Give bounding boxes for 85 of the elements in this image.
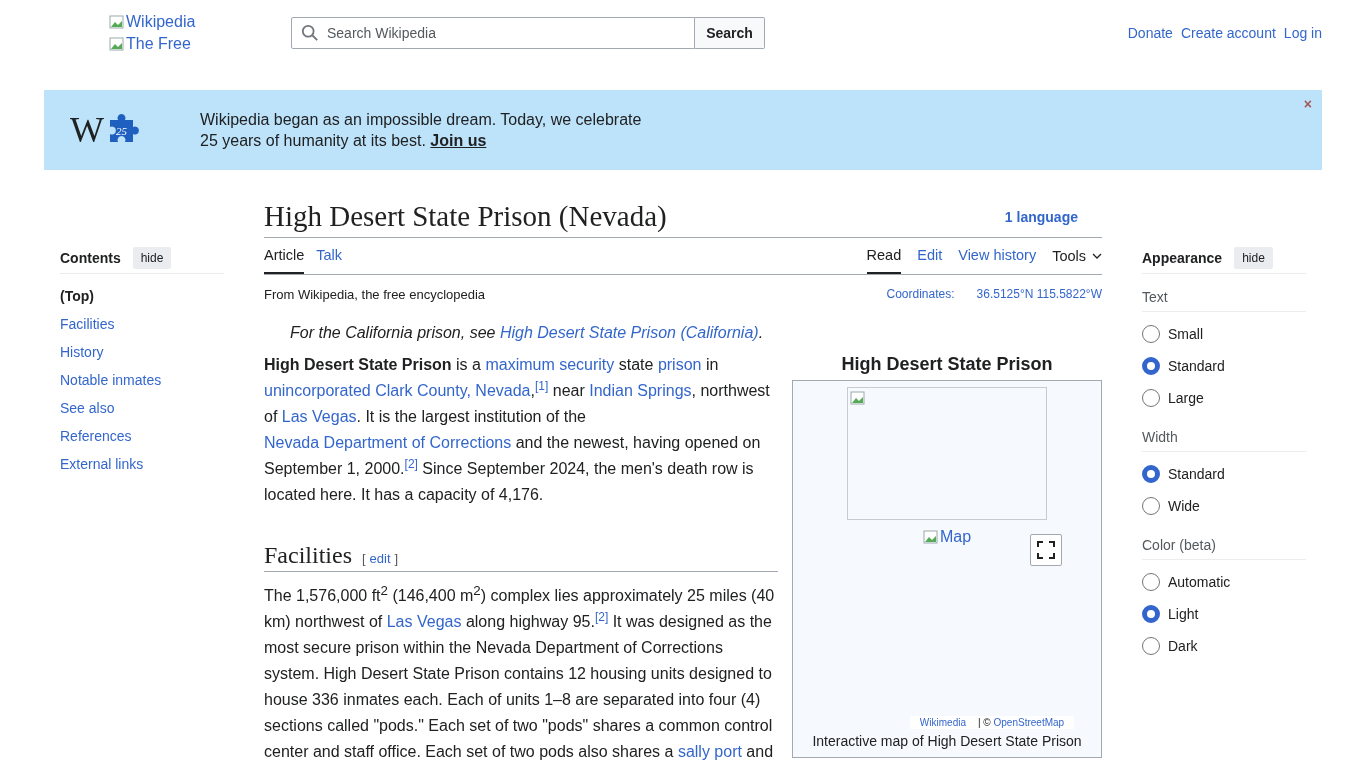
broken-image-icon <box>850 390 866 406</box>
radio-option[interactable]: Automatic <box>1142 566 1231 598</box>
radio-option[interactable]: Large <box>1142 382 1204 414</box>
article-link[interactable]: prison <box>657 356 702 373</box>
banner-logo-letter: W <box>70 109 104 151</box>
hatnote: For the California prison, see High Desert State Prison (California). <box>289 324 765 342</box>
radio-option[interactable]: Standard <box>1142 350 1225 382</box>
page-tab[interactable]: Article <box>264 238 305 274</box>
toc-item[interactable]: See also <box>60 394 115 422</box>
toc-item[interactable]: References <box>60 422 132 450</box>
fullscreen-button[interactable] <box>1030 534 1062 566</box>
section-paragraph: The 1,576,000 ft$^{2}$ (146,400 m$^{2}$) complex lies approximately 25 miles (40 km) northwest of Las Vegas along highway 95.$^{[2]}$ It was designed as the most secure prison within the Nevada Department of Corrections system. High Desert State Prison contains 12 housing units designed to house 336 inmates each. Each of units 1–8 are separated into four (4) sections called "pods." Each set of two "pods" shares a common control center and staff office. Each set of two pods also shares a sally port and <box>264 582 776 763</box>
coordinates-label: Coordinates: <box>886 287 955 302</box>
page-tab[interactable]: Talk <box>316 238 343 274</box>
page-title: High Desert State Prison (Nevada) <box>264 200 667 233</box>
logo-image[interactable]: Wikipedia <box>109 13 291 31</box>
broken-image-icon <box>922 529 939 545</box>
search-button[interactable]: Search <box>695 17 765 49</box>
radio-button[interactable] <box>1142 573 1160 591</box>
article-link[interactable]: maximum security <box>485 356 615 373</box>
radio-button[interactable] <box>1142 465 1160 483</box>
coordinates-link[interactable]: 36.5125°N 115.5822°W <box>976 287 1102 302</box>
radio-button[interactable] <box>1142 325 1160 343</box>
search-icon <box>301 24 319 42</box>
user-link[interactable]: Create account <box>1180 25 1276 41</box>
radio-option[interactable]: Standard <box>1142 458 1225 490</box>
language-button[interactable]: 1 language <box>998 207 1084 226</box>
reference-link[interactable]: [1] <box>534 378 549 393</box>
hide-button[interactable]: hide <box>132 246 172 269</box>
article-link[interactable]: unincorporated Clark County, Nevada <box>264 382 531 399</box>
tagline: From Wikipedia, the free encyclopedia <box>264 287 486 302</box>
attribution-separator: | © <box>978 717 991 728</box>
article-link[interactable]: Las Vegas <box>386 613 462 631</box>
toc-item[interactable]: External links <box>60 450 144 478</box>
view-tab[interactable]: View history <box>958 238 1037 274</box>
user-link[interactable]: Donate <box>1127 25 1173 41</box>
search-field[interactable]: Search Wikipedia <box>291 17 695 49</box>
section-heading: Facilities <box>264 542 352 569</box>
close-button[interactable]: × <box>1303 96 1312 112</box>
toc-item[interactable]: Notable inmates <box>60 366 162 394</box>
logo-image[interactable]: The Free <box>109 35 291 53</box>
bracket: ] <box>394 551 399 566</box>
toc-item[interactable]: Facilities <box>60 310 115 338</box>
user-link[interactable]: Log in <box>1283 25 1322 41</box>
contents-title: Contents <box>60 249 121 266</box>
reference-link[interactable]: [2] <box>404 456 418 471</box>
radio-option[interactable]: Light <box>1142 598 1199 630</box>
toc-item[interactable]: History <box>60 338 104 366</box>
option-group-label: Width <box>1142 422 1306 452</box>
broken-image-icon <box>109 14 125 30</box>
map-image[interactable]: Map <box>922 528 972 546</box>
radio-option[interactable]: Small <box>1142 318 1203 350</box>
appearance-title: Appearance <box>1142 249 1223 266</box>
bracket: [ <box>362 551 366 566</box>
fullscreen-icon <box>1037 541 1055 559</box>
article-link[interactable]: Nevada Department of Corrections <box>264 434 512 451</box>
article-link[interactable]: High Desert State Prison (California) <box>499 324 759 341</box>
reference-link[interactable]: [2] <box>594 610 609 624</box>
article-link[interactable]: Indian Springs <box>589 382 692 399</box>
radio-option[interactable]: Wide <box>1142 490 1200 522</box>
radio-button[interactable] <box>1142 357 1160 375</box>
join-link[interactable]: Join us <box>430 132 487 149</box>
tools-menu[interactable]: Tools <box>1052 238 1102 274</box>
radio-button[interactable] <box>1142 637 1160 655</box>
option-group-label: Color (beta) <box>1142 530 1306 560</box>
view-tab[interactable]: Edit <box>917 238 943 274</box>
radio-option[interactable]: Dark <box>1142 630 1198 662</box>
hide-button[interactable]: hide <box>1234 246 1273 269</box>
caret-icon <box>1092 253 1102 259</box>
map-caption: Interactive map of High Desert State Prison <box>812 733 1082 749</box>
attribution-link[interactable]: OpenStreetMap <box>993 717 1065 728</box>
radio-button[interactable] <box>1142 389 1160 407</box>
article-link[interactable]: Las Vegas <box>281 408 357 425</box>
attribution-link[interactable]: Wikimedia <box>919 717 966 728</box>
radio-button[interactable] <box>1142 605 1160 623</box>
intro-paragraph: High Desert State Prison is a maximum security state prison in unincorporated Clark County, Nevada,$^{[1]}$ near Indian Springs, northwest of Las Vegas. It is the largest institution of the Nevada Department of Corrections and the newest, having opened on September 1, 2000.$^{[2]}$ Since September 2024, the men's death row is located here. It has a capacity of 4,176. <box>264 355 771 505</box>
option-group-label: Text <box>1142 282 1306 312</box>
banner-message: Wikipedia began as an impossible dream. Today, we celebrate 25 years of humanity at its best. Join us <box>200 110 643 151</box>
radio-button[interactable] <box>1142 497 1160 515</box>
infobox-title: High Desert State Prison <box>840 353 1054 376</box>
edit-link[interactable]: edit <box>369 551 391 566</box>
toc-item[interactable]: (Top) <box>60 282 94 310</box>
article-link[interactable]: sally port <box>677 743 742 761</box>
broken-image-icon <box>109 36 125 52</box>
view-tab[interactable]: Read <box>866 238 902 274</box>
